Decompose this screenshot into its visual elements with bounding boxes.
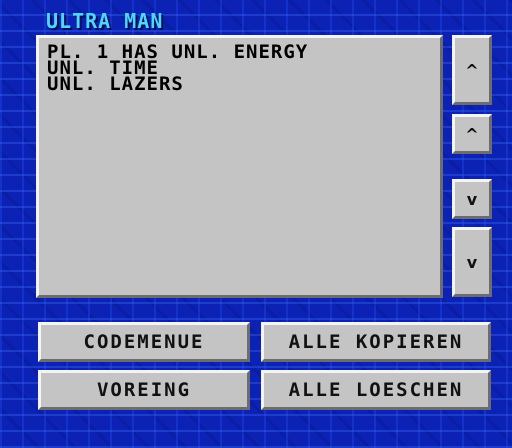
scroll-down-button[interactable]: v <box>452 179 492 219</box>
code-list-panel[interactable]: PL. 1 HAS UNL. ENERGY UNL. TIME UNL. LAZ… <box>36 35 443 298</box>
scroll-to-bottom-button[interactable]: v <box>452 227 492 297</box>
game-title: ULTRA MAN <box>46 9 164 33</box>
preset-button[interactable]: VOREING <box>38 370 250 410</box>
chevron-up-icon: ^ <box>465 60 479 80</box>
codemenue-button[interactable]: CODEMENUE <box>38 322 250 362</box>
code-list-item[interactable]: UNL. LAZERS <box>47 75 432 94</box>
scroll-to-top-button[interactable]: ^ <box>452 35 492 105</box>
chevron-up-icon: ^ <box>465 124 479 144</box>
chevron-down-icon: v <box>466 189 478 209</box>
chevron-down-icon: v <box>466 252 478 272</box>
copy-all-button[interactable]: ALLE KOPIEREN <box>261 322 491 362</box>
scroll-up-button[interactable]: ^ <box>452 114 492 154</box>
delete-all-button[interactable]: ALLE LOESCHEN <box>261 370 491 410</box>
